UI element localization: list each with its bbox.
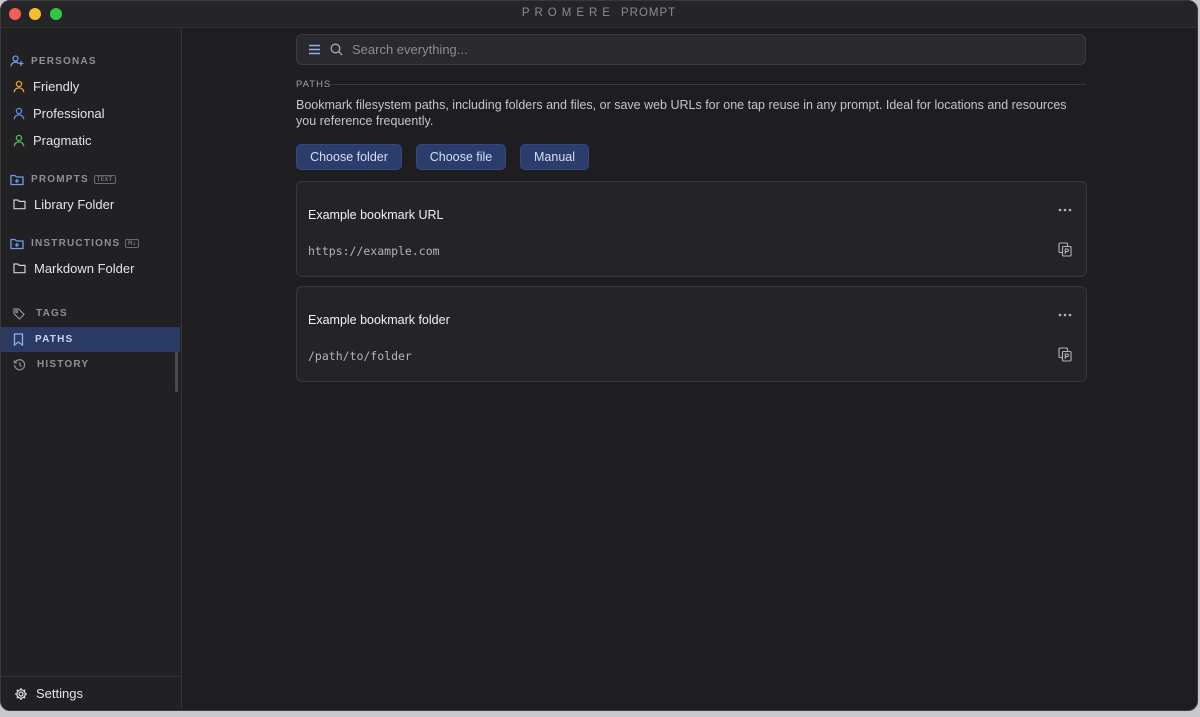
manual-button[interactable]: Manual <box>520 144 589 170</box>
app-name: PROMPT <box>620 7 677 19</box>
search-bar[interactable] <box>296 34 1086 65</box>
bookmark-card[interactable]: Example bookmark URL https://example.com <box>296 181 1087 277</box>
person-icon <box>13 80 25 92</box>
section-description: Bookmark filesystem paths, including fol… <box>296 98 1067 128</box>
choose-file-button[interactable]: Choose file <box>416 144 506 170</box>
persona-label: Friendly <box>33 78 80 94</box>
copy-path-icon[interactable] <box>1058 242 1072 257</box>
bookmark-card[interactable]: Example bookmark folder /path/to/folder <box>296 286 1087 382</box>
tags-label: TAGS <box>36 308 68 319</box>
brand-name: PROMERE <box>521 7 615 19</box>
sidebar: PERSONAS Friendly Professional Pragmatic… <box>1 28 182 710</box>
personas-heading-label: PERSONAS <box>31 55 97 67</box>
more-options-icon[interactable] <box>1058 208 1072 212</box>
choose-folder-button[interactable]: Choose folder <box>296 144 402 170</box>
persona-item-professional[interactable]: Professional <box>13 103 105 123</box>
markdown-badge: M↓ <box>125 238 140 248</box>
sidebar-item-tags[interactable]: TAGS <box>1 301 180 326</box>
history-label: HISTORY <box>37 359 90 370</box>
persona-item-friendly[interactable]: Friendly <box>13 76 79 96</box>
prompts-heading[interactable]: PROMPTS TEXT <box>10 171 116 187</box>
menu-icon[interactable] <box>308 44 321 55</box>
folder-icon <box>13 199 26 210</box>
bookmark-path: /path/to/folder <box>308 349 412 363</box>
library-folder-item[interactable]: Library Folder <box>13 194 114 214</box>
person-icon <box>13 107 25 119</box>
paths-label: PATHS <box>35 334 74 345</box>
title-bar: PROMERE PROMPT <box>1 1 1197 28</box>
bookmark-title: Example bookmark URL <box>308 208 444 222</box>
add-folder-icon <box>10 238 24 249</box>
search-icon <box>330 43 343 56</box>
persona-label: Pragmatic <box>33 132 92 148</box>
markdown-folder-item[interactable]: Markdown Folder <box>13 258 134 278</box>
person-icon <box>13 134 25 146</box>
persona-label: Professional <box>33 105 105 121</box>
sidebar-item-paths[interactable]: PATHS <box>1 327 180 352</box>
copy-path-icon[interactable] <box>1058 347 1072 362</box>
instructions-heading-label: INSTRUCTIONS <box>31 237 121 249</box>
section-divider <box>331 84 1086 85</box>
gear-icon <box>15 687 27 700</box>
search-input[interactable] <box>352 42 952 57</box>
section-title: PATHS <box>296 79 332 90</box>
instructions-heading[interactable]: INSTRUCTIONS M↓ <box>10 235 140 251</box>
bookmark-icon <box>13 333 24 346</box>
folder-label: Markdown Folder <box>34 260 135 276</box>
folder-label: Library Folder <box>34 196 115 212</box>
bookmark-path: https://example.com <box>308 244 440 258</box>
text-badge: TEXT <box>93 174 116 184</box>
add-person-icon <box>10 55 24 67</box>
app-window: PROMERE PROMPT PERSONAS Friendly Professi… <box>0 0 1198 711</box>
main-content: PATHS Bookmark filesystem paths, includi… <box>182 28 1197 710</box>
bookmark-title: Example bookmark folder <box>308 313 450 327</box>
settings-label: Settings <box>36 686 83 701</box>
window-title: PROMERE PROMPT <box>1 7 1197 19</box>
folder-icon <box>13 263 26 274</box>
personas-heading[interactable]: PERSONAS <box>10 53 97 69</box>
tag-icon <box>13 307 25 320</box>
sidebar-item-history[interactable]: HISTORY <box>1 352 180 377</box>
settings-button[interactable]: Settings <box>1 676 180 710</box>
history-icon <box>13 358 26 370</box>
persona-item-pragmatic[interactable]: Pragmatic <box>13 130 92 150</box>
add-folder-icon <box>10 174 24 185</box>
more-options-icon[interactable] <box>1058 313 1072 317</box>
prompts-heading-label: PROMPTS <box>31 173 89 185</box>
